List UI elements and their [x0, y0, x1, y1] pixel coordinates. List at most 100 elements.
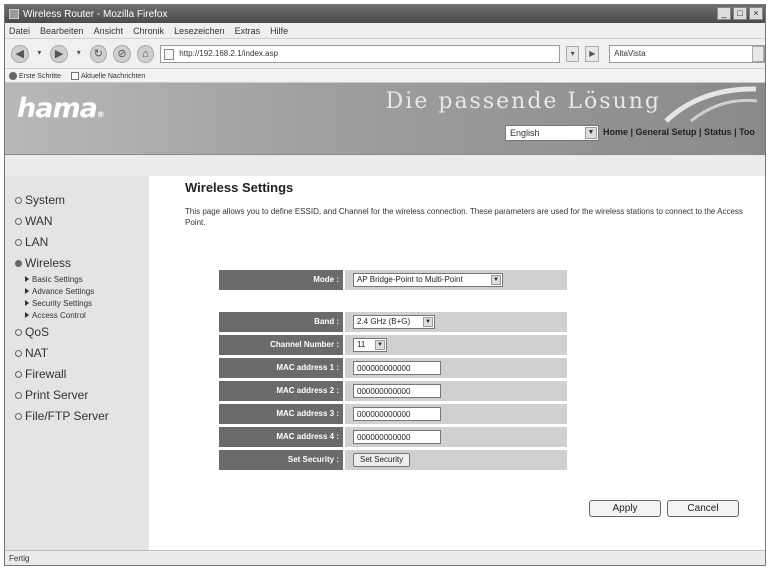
- stop-icon[interactable]: ⊘: [113, 44, 131, 63]
- bookmark-erste-schritte[interactable]: Erste Schritte: [9, 71, 62, 80]
- menu-chronik[interactable]: Chronik: [133, 26, 164, 36]
- mode-cell: AP Bridge-Point to Multi-Point ▼: [343, 270, 567, 290]
- sidebar-subitem-access-control[interactable]: Access Control: [5, 310, 149, 322]
- sidebar-label: LAN: [25, 235, 49, 249]
- mac4-cell: [343, 427, 567, 447]
- bookmark-aktuelle-nachrichten[interactable]: Aktuelle Nachrichten: [71, 71, 145, 80]
- menu-lesezeichen[interactable]: Lesezeichen: [174, 26, 225, 36]
- mac1-cell: [343, 358, 567, 378]
- cancel-button[interactable]: Cancel: [667, 500, 739, 517]
- bookmark-label: Erste Schritte: [19, 72, 62, 80]
- sidebar-item-qos[interactable]: QoS: [5, 322, 149, 343]
- router-banner: hama® Die passende Lösung English ▼ Home…: [5, 83, 765, 155]
- channel-select[interactable]: 11 ▼: [353, 338, 387, 352]
- sidebar-item-nat[interactable]: NAT: [5, 343, 149, 364]
- url-input[interactable]: http://192.168.2.1/index.asp: [160, 44, 560, 63]
- window-title: Wireless Router - Mozilla Firefox: [23, 8, 168, 20]
- mode-label: Mode :: [219, 270, 343, 290]
- sidebar-item-wireless[interactable]: Wireless: [5, 253, 149, 274]
- band-row: Band : 2.4 GHz (B+G) ▼: [219, 312, 567, 332]
- channel-row: Channel Number : 11 ▼: [219, 335, 567, 355]
- menu-ansicht[interactable]: Ansicht: [94, 26, 124, 36]
- hama-logo: hama®: [17, 93, 105, 124]
- top-nav-links[interactable]: Home | General Setup | Status | Too: [603, 127, 755, 137]
- sidebar-label: WAN: [25, 214, 53, 228]
- back-dropdown-icon[interactable]: ▾: [35, 45, 45, 63]
- sidebar-item-system[interactable]: System: [5, 190, 149, 211]
- radio-icon: [15, 239, 22, 246]
- band-label: Band :: [219, 312, 343, 332]
- subitem-label: Advance Settings: [32, 287, 95, 296]
- sidebar-label: Wireless: [25, 256, 72, 270]
- page-content: System WAN LAN Wireless Basic Settings A…: [5, 176, 765, 550]
- close-button[interactable]: ×: [749, 7, 763, 20]
- go-arrow-icon[interactable]: ▶: [585, 45, 600, 62]
- menu-extras[interactable]: Extras: [235, 26, 261, 36]
- sidebar-label: System: [25, 193, 66, 207]
- language-select[interactable]: English ▼: [505, 125, 599, 141]
- mac4-label: MAC address 4 :: [219, 427, 343, 447]
- page-icon: [164, 48, 175, 60]
- security-row: Set Security : Set Security: [219, 450, 567, 470]
- status-bar: Fertig: [5, 550, 765, 565]
- triangle-right-icon: [25, 276, 29, 282]
- triangle-right-icon: [25, 300, 29, 306]
- security-cell: Set Security: [343, 450, 567, 470]
- sidebar-item-firewall[interactable]: Firewall: [5, 364, 149, 385]
- minimize-button[interactable]: _: [717, 7, 731, 20]
- search-input[interactable]: AltaVista: [609, 44, 765, 63]
- mac2-cell: [343, 381, 567, 401]
- sidebar-item-file-ftp-server[interactable]: File/FTP Server: [5, 406, 149, 427]
- page-title: Wireless Settings: [185, 180, 294, 195]
- sidebar-subitem-security-settings[interactable]: Security Settings: [5, 298, 149, 310]
- sidebar-subitem-basic-settings[interactable]: Basic Settings: [5, 274, 149, 286]
- sidebar-subitem-advance-settings[interactable]: Advance Settings: [5, 286, 149, 298]
- reload-icon[interactable]: ↻: [89, 44, 108, 63]
- chevron-down-icon: ▼: [585, 127, 597, 139]
- mac4-row: MAC address 4 :: [219, 427, 567, 447]
- mode-select[interactable]: AP Bridge-Point to Multi-Point ▼: [353, 273, 503, 287]
- rss-icon: [71, 71, 80, 80]
- apply-button[interactable]: Apply: [589, 500, 661, 517]
- back-arrow-icon[interactable]: ◀: [11, 44, 29, 63]
- mac1-row: MAC address 1 :: [219, 358, 567, 378]
- band-select[interactable]: 2.4 GHz (B+G) ▼: [353, 315, 435, 329]
- channel-label: Channel Number :: [219, 335, 343, 355]
- url-dropdown-icon[interactable]: ▾: [565, 45, 580, 62]
- menu-datei[interactable]: Datei: [9, 26, 30, 36]
- security-label: Set Security :: [219, 450, 343, 470]
- radio-icon: [15, 350, 22, 357]
- chevron-down-icon: ▼: [491, 275, 501, 285]
- mac3-input[interactable]: [353, 407, 441, 421]
- sidebar-item-print-server[interactable]: Print Server: [5, 385, 149, 406]
- chevron-down-icon: ▼: [375, 340, 385, 350]
- chevron-down-icon: ▼: [423, 317, 433, 327]
- search-icon[interactable]: [751, 45, 764, 62]
- bookmarks-toolbar: Erste Schritte Aktuelle Nachrichten: [5, 69, 765, 83]
- title-bar: Wireless Router - Mozilla Firefox _ □ ×: [5, 5, 765, 23]
- page-description: This page allows you to define ESSID, an…: [185, 207, 743, 227]
- mac2-input[interactable]: [353, 384, 441, 398]
- radio-icon: [15, 197, 22, 204]
- forward-dropdown-icon[interactable]: ▾: [74, 45, 84, 63]
- menu-hilfe[interactable]: Hilfe: [270, 26, 288, 36]
- radio-selected-icon: [15, 260, 22, 267]
- navigation-toolbar: ◀ ▾ ▶ ▾ ↻ ⊘ ⌂ http://192.168.2.1/index.a…: [5, 39, 765, 69]
- mode-row: Mode : AP Bridge-Point to Multi-Point ▼: [219, 270, 567, 290]
- language-value: English: [510, 128, 540, 138]
- menu-bar: Datei Bearbeiten Ansicht Chronik Lesezei…: [5, 23, 765, 39]
- maximize-button[interactable]: □: [733, 7, 747, 20]
- mac4-input[interactable]: [353, 430, 441, 444]
- menu-bearbeiten[interactable]: Bearbeiten: [40, 26, 84, 36]
- sidebar-item-wan[interactable]: WAN: [5, 211, 149, 232]
- forward-arrow-icon[interactable]: ▶: [50, 44, 68, 63]
- sidebar-item-lan[interactable]: LAN: [5, 232, 149, 253]
- channel-value: 11: [357, 340, 366, 349]
- radio-icon: [15, 392, 22, 399]
- triangle-right-icon: [25, 288, 29, 294]
- mac1-label: MAC address 1 :: [219, 358, 343, 378]
- set-security-button[interactable]: Set Security: [353, 453, 411, 467]
- mac1-input[interactable]: [353, 361, 441, 375]
- home-icon[interactable]: ⌂: [136, 44, 155, 63]
- swoosh-graphic: [664, 86, 758, 123]
